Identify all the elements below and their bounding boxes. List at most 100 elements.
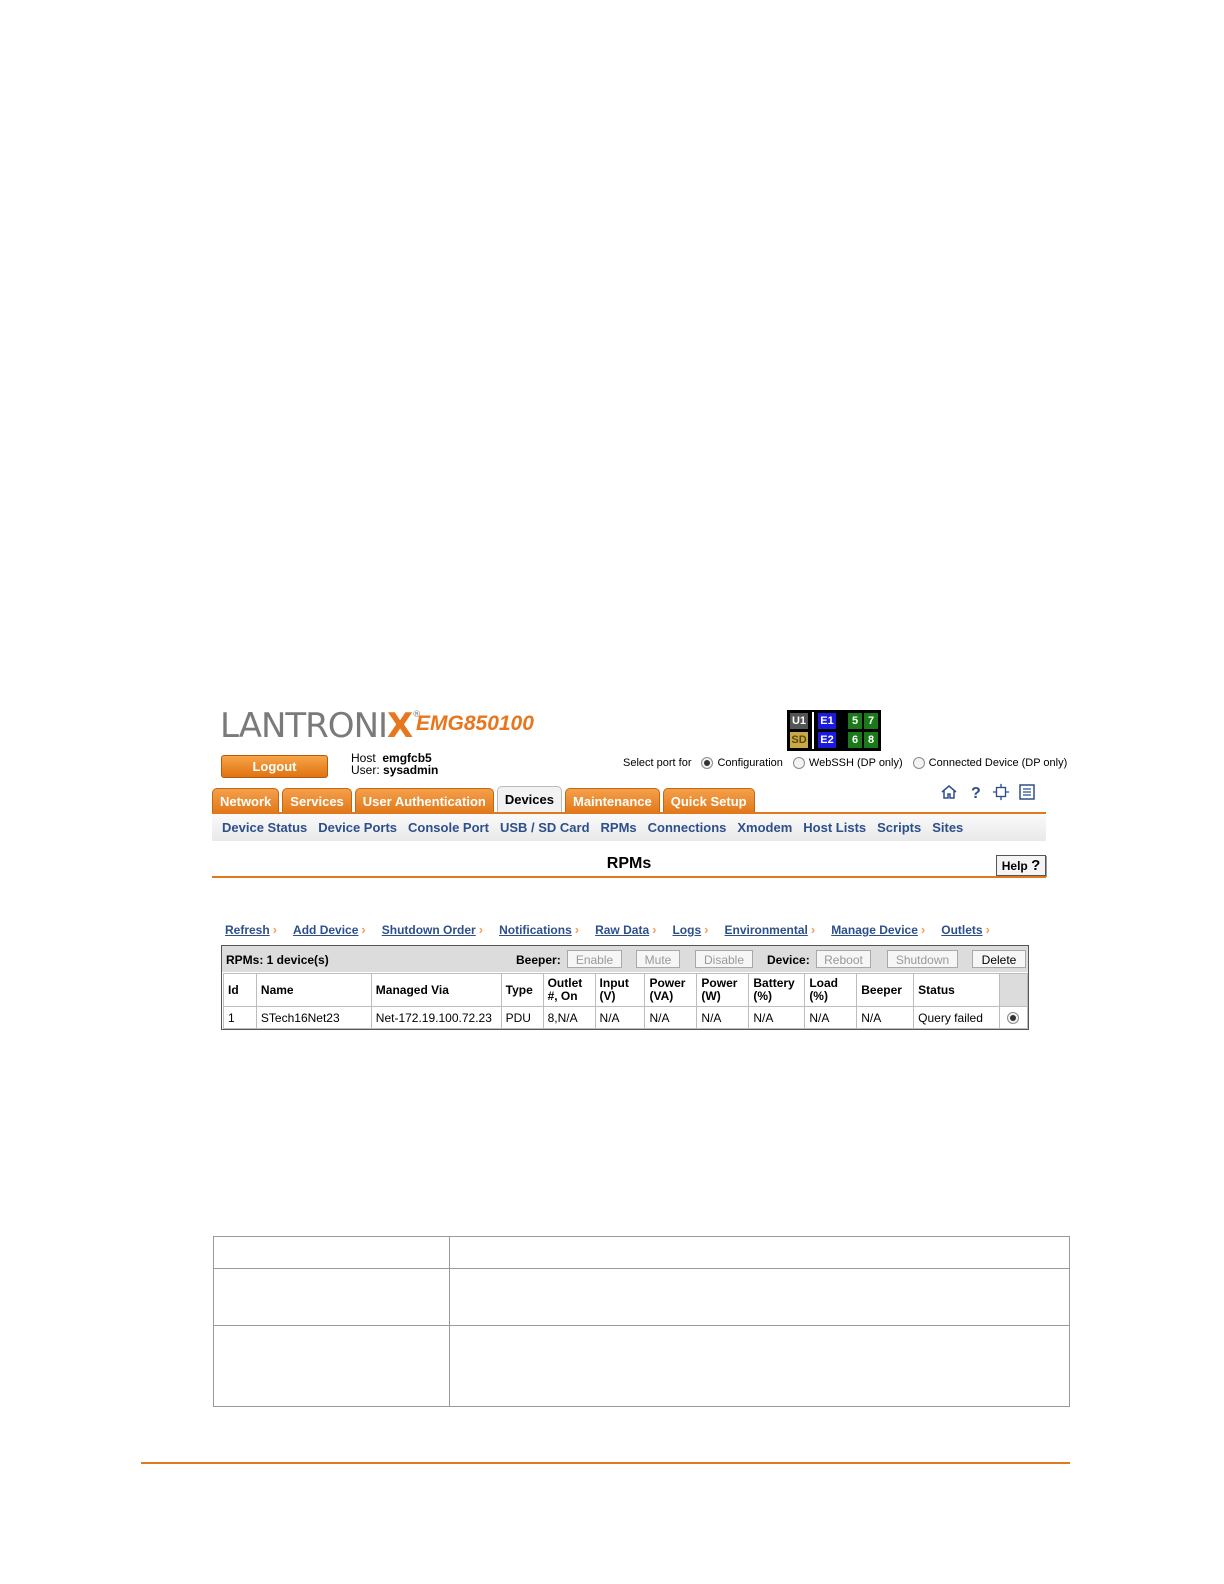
- beeper-mute-button[interactable]: Mute: [636, 950, 680, 968]
- col-beeper: Beeper: [856, 973, 915, 1007]
- host-user-info: Host emgfcb5 User: sysadmin: [351, 752, 438, 776]
- port-select-group: Select port for Configuration WebSSH (DP…: [623, 757, 1067, 769]
- cell-name: STech16Net23: [255, 1006, 372, 1029]
- port-5[interactable]: 5: [848, 713, 862, 729]
- tab-maintenance[interactable]: Maintenance: [564, 788, 660, 813]
- col-status: Status: [913, 973, 1000, 1007]
- manage-device-link[interactable]: Manage Device: [831, 923, 918, 937]
- cell-power-w: N/A: [696, 1006, 750, 1029]
- port-sd[interactable]: SD: [790, 732, 808, 748]
- col-managed-via: Managed Via: [370, 973, 502, 1007]
- port-7[interactable]: 7: [864, 713, 878, 729]
- shutdown-order-link[interactable]: Shutdown Order: [382, 923, 476, 937]
- chevron-right-icon: ›: [920, 922, 926, 937]
- radio-connected-device[interactable]: [912, 757, 925, 769]
- user-value: sysadmin: [383, 763, 439, 777]
- port-u1[interactable]: U1: [790, 713, 808, 729]
- cell-power-va: N/A: [644, 1006, 698, 1029]
- rpm-action-links: Refresh › Add Device › Shutdown Order › Not…: [225, 921, 990, 939]
- cell-input: N/A: [594, 1006, 646, 1029]
- toolbar-icons: ?: [940, 783, 1036, 801]
- subnav-device-status[interactable]: Device Status: [222, 820, 307, 835]
- refresh-link[interactable]: Refresh: [225, 923, 270, 937]
- logs-link[interactable]: Logs: [672, 923, 701, 937]
- outlets-link[interactable]: Outlets: [941, 923, 982, 937]
- cell-status: Query failed: [913, 1006, 1000, 1029]
- home-icon[interactable]: [940, 783, 958, 801]
- cell-battery: N/A: [748, 1006, 806, 1029]
- port-6[interactable]: 6: [848, 732, 862, 748]
- chevron-right-icon: ›: [985, 922, 990, 937]
- rpm-device-table: RPMs: 1 device(s) Beeper: Enable Mute Di…: [221, 945, 1029, 1030]
- col-type: Type: [500, 973, 544, 1007]
- cell-load: N/A: [804, 1006, 858, 1029]
- table-header-row: Id Name Managed Via Type Outlet #, On Inp…: [223, 973, 1029, 1007]
- subnav-connections[interactable]: Connections: [648, 820, 727, 835]
- tab-network[interactable]: Network: [212, 788, 280, 813]
- svg-text:?: ?: [971, 785, 981, 801]
- device-reboot-button[interactable]: Reboot: [816, 950, 871, 968]
- notes-icon[interactable]: [1018, 783, 1036, 801]
- notifications-link[interactable]: Notifications: [499, 923, 572, 937]
- port-select-label: Select port for: [623, 757, 692, 769]
- beeper-disable-button[interactable]: Disable: [695, 950, 753, 968]
- subnav-console-port[interactable]: Console Port: [408, 820, 489, 835]
- help-icon[interactable]: ?: [966, 783, 984, 801]
- port-e1[interactable]: E1: [818, 713, 836, 729]
- title-divider: [212, 876, 1046, 878]
- beeper-label: Beeper:: [516, 953, 561, 967]
- tab-user-authentication[interactable]: User Authentication: [354, 788, 494, 813]
- sitemap-icon[interactable]: [992, 783, 1010, 801]
- cell-type: PDU: [500, 1006, 544, 1029]
- page-title: RPMs: [606, 855, 652, 872]
- col-input: Input (V): [594, 973, 646, 1007]
- subnav-usb-sd-card[interactable]: USB / SD Card: [500, 820, 590, 835]
- subnav-scripts[interactable]: Scripts: [877, 820, 921, 835]
- rpm-table: Id Name Managed Via Type Outlet #, On Inp…: [223, 973, 1029, 1029]
- logout-button[interactable]: Logout: [221, 755, 328, 778]
- cell-select: [998, 1006, 1029, 1029]
- help-button[interactable]: Help ?: [996, 855, 1046, 876]
- chevron-right-icon: ›: [478, 922, 484, 937]
- col-id: Id: [223, 973, 257, 1007]
- add-device-link[interactable]: Add Device: [293, 923, 358, 937]
- cell-beeper: N/A: [856, 1006, 915, 1029]
- option-configuration: Configuration: [717, 757, 783, 769]
- cell-managed-via: Net-172.19.100.72.23: [370, 1006, 502, 1029]
- environmental-link[interactable]: Environmental: [724, 923, 807, 937]
- col-outlet: Outlet #, On: [542, 973, 596, 1007]
- port-status-panel: U1 SD E1 E2 5 7 6 8: [787, 710, 881, 751]
- radio-webssh[interactable]: [792, 757, 805, 769]
- raw-data-link[interactable]: Raw Data: [595, 923, 649, 937]
- table-row[interactable]: 1 STech16Net23 Net-172.19.100.72.23 PDU …: [223, 1006, 1029, 1029]
- main-tabs: Network Services User Authentication Dev…: [212, 786, 755, 813]
- subnav-device-ports[interactable]: Device Ports: [318, 820, 397, 835]
- tab-devices[interactable]: Devices: [496, 786, 562, 813]
- chevron-right-icon: ›: [652, 922, 657, 937]
- rpm-device-count: RPMs: 1 device(s): [226, 953, 329, 967]
- tab-services[interactable]: Services: [282, 788, 352, 813]
- subnav-rpms[interactable]: RPMs: [601, 820, 637, 835]
- col-select: [998, 973, 1029, 1007]
- device-shutdown-button[interactable]: Shutdown: [887, 950, 958, 968]
- subnav-xmodem[interactable]: Xmodem: [737, 820, 792, 835]
- user-label: User:: [351, 763, 380, 777]
- chevron-right-icon: ›: [704, 922, 709, 937]
- tab-quick-setup[interactable]: Quick Setup: [662, 788, 755, 813]
- port-e2[interactable]: E2: [818, 732, 836, 748]
- footer-divider: [141, 1462, 1070, 1464]
- cell-id: 1: [223, 1006, 257, 1029]
- subnav-sites[interactable]: Sites: [932, 820, 963, 835]
- radio-configuration[interactable]: [701, 757, 714, 769]
- device-delete-button[interactable]: Delete: [972, 950, 1026, 968]
- devices-subnav: Device Status Device Ports Console Port …: [212, 814, 1046, 841]
- row-select-radio[interactable]: [1007, 1012, 1020, 1025]
- chevron-right-icon: ›: [272, 922, 278, 937]
- beeper-enable-button[interactable]: Enable: [567, 950, 622, 968]
- port-8[interactable]: 8: [864, 732, 878, 748]
- subnav-host-lists[interactable]: Host Lists: [803, 820, 866, 835]
- col-battery: Battery (%): [748, 973, 806, 1007]
- document-table: [213, 1236, 1070, 1407]
- chevron-right-icon: ›: [361, 922, 366, 937]
- col-load: Load (%): [804, 973, 858, 1007]
